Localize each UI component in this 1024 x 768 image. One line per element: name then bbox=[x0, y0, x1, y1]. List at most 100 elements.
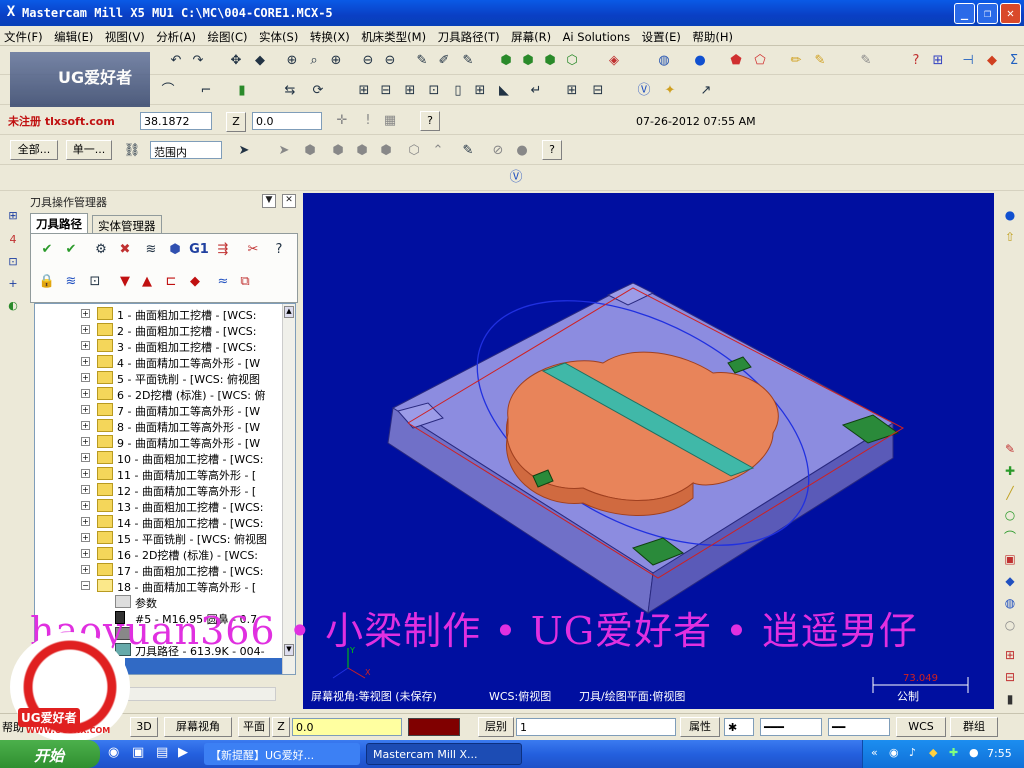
tray-arrow-icon[interactable]: « bbox=[871, 746, 878, 759]
status-level-field[interactable]: 1 bbox=[516, 718, 676, 736]
delete-op-icon[interactable]: ✂ bbox=[243, 240, 263, 260]
status-line-style[interactable]: ━━━ bbox=[760, 718, 822, 736]
move-up-icon[interactable]: ▲ bbox=[137, 272, 157, 292]
cursor-disabled-icon[interactable]: ➤ bbox=[274, 141, 294, 161]
tab-toolpaths[interactable]: 刀具路径 bbox=[30, 213, 88, 233]
regen-dirty-icon[interactable]: ✖ bbox=[115, 240, 135, 260]
group-icon-6[interactable]: ⊞ bbox=[470, 81, 490, 101]
status-color-swatch[interactable] bbox=[408, 718, 460, 736]
select-invalid-icon[interactable]: ✔ bbox=[61, 240, 81, 260]
group-icon-1[interactable]: ⊞ bbox=[354, 81, 374, 101]
move-both-icon[interactable]: ◆ bbox=[185, 272, 205, 292]
z-field[interactable]: 0.0 bbox=[252, 112, 322, 130]
right-arc-icon[interactable]: ⌒ bbox=[1002, 529, 1018, 545]
right-plus-icon[interactable]: ✚ bbox=[1002, 463, 1018, 479]
zoom-fit-icon[interactable]: ⌕ bbox=[304, 51, 324, 71]
wave-icon[interactable]: ≈ bbox=[213, 272, 233, 292]
verify-icon[interactable]: Ⓥ bbox=[634, 81, 654, 101]
cube-side-icon[interactable]: ⬢ bbox=[540, 51, 560, 71]
insert-after-icon[interactable]: ⊏ bbox=[161, 272, 181, 292]
solid-select-icon[interactable]: ⬢ bbox=[300, 141, 320, 161]
tray-volume-icon[interactable]: ♪ bbox=[909, 746, 916, 759]
op-help-icon[interactable]: ? bbox=[269, 240, 289, 260]
toggle-display-icon[interactable]: ≋ bbox=[61, 272, 81, 292]
right-mirror-icon[interactable]: ⊟ bbox=[1002, 669, 1018, 685]
desktop-quicklaunch-icon[interactable]: ▣ bbox=[132, 745, 144, 760]
tree-op-9[interactable]: +9 - 曲面精加工等高外形 - [W bbox=[35, 434, 285, 450]
autocursor-icon[interactable]: ✛ bbox=[332, 111, 352, 131]
sphere-icon[interactable]: ● bbox=[690, 51, 710, 71]
post-g1-icon[interactable]: G1 bbox=[187, 240, 211, 260]
edge-icon[interactable]: ⌃ bbox=[428, 141, 448, 161]
hex-icon-1[interactable]: ⬢ bbox=[328, 141, 348, 161]
status-z-button[interactable]: Z bbox=[272, 717, 290, 737]
zoom-prev-icon[interactable]: ⊖ bbox=[380, 51, 400, 71]
tray-security-icon[interactable]: ✚ bbox=[949, 746, 958, 759]
menu-settings[interactable]: 设置(E) bbox=[638, 26, 685, 45]
right-solid-icon[interactable]: ▮ bbox=[1002, 691, 1018, 707]
step-icon[interactable]: ↵ bbox=[526, 81, 546, 101]
status-line-width[interactable]: ━━ bbox=[828, 718, 890, 736]
group-icon-5[interactable]: ▯ bbox=[448, 81, 468, 101]
cylinder-icon[interactable]: ▮ bbox=[232, 81, 252, 101]
menu-screen[interactable]: 屏幕(R) bbox=[507, 26, 555, 45]
pencil-icon[interactable]: ✏ bbox=[786, 51, 806, 71]
tree-op-10[interactable]: +10 - 曲面粗加工挖槽 - [WCS: bbox=[35, 450, 285, 466]
status-attr-button[interactable]: 属性 bbox=[680, 717, 720, 737]
side-icon-4[interactable]: + bbox=[6, 277, 20, 291]
nested-icon[interactable]: ⧉ bbox=[235, 272, 255, 292]
select-single-button[interactable]: 单一... bbox=[66, 140, 112, 160]
media-quicklaunch-icon[interactable]: ▶ bbox=[178, 745, 188, 760]
maximize-button[interactable]: ❐ bbox=[977, 3, 998, 24]
right-disabled-icon[interactable]: ○ bbox=[1002, 617, 1018, 633]
menu-analyze[interactable]: 分析(A) bbox=[152, 26, 200, 45]
tray-shield-icon[interactable]: ◆ bbox=[929, 746, 937, 759]
polyline-icon[interactable]: ⌐ bbox=[196, 81, 216, 101]
status-point-style[interactable]: ✱ bbox=[724, 718, 754, 736]
group-icon-2[interactable]: ⊟ bbox=[376, 81, 396, 101]
range-select[interactable]: 范围内 bbox=[150, 141, 222, 159]
help-arrow-icon[interactable]: ? bbox=[906, 51, 926, 71]
group-icon-7[interactable]: ◣ bbox=[494, 81, 514, 101]
solid-view-icon[interactable]: ✎ bbox=[458, 51, 478, 71]
tree-op-15[interactable]: +15 - 平面铣削 - [WCS: 俯视图 bbox=[35, 530, 285, 546]
sum-icon[interactable]: Σ bbox=[1004, 51, 1024, 71]
verify-select-icon[interactable]: ✎ bbox=[458, 141, 478, 161]
hex-icon-3[interactable]: ⬢ bbox=[376, 141, 396, 161]
tree-op-16[interactable]: +16 - 2D挖槽 (标准) - [WCS: bbox=[35, 546, 285, 562]
right-open-icon[interactable]: ⇧ bbox=[1002, 229, 1018, 245]
tree-icon[interactable]: ⊞ bbox=[928, 51, 948, 71]
coordinate-field[interactable]: 38.1872 bbox=[140, 112, 212, 130]
shaded-icon[interactable]: ⬟ bbox=[726, 51, 746, 71]
highfeed-icon[interactable]: ⇶ bbox=[213, 240, 233, 260]
side-icon-5[interactable]: ◐ bbox=[6, 299, 20, 313]
taskbar-item-mastercam[interactable]: Mastercam Mill X... bbox=[366, 743, 522, 765]
menu-ai-solutions[interactable]: Ai Solutions bbox=[559, 27, 635, 44]
z-button[interactable]: Z bbox=[226, 112, 246, 132]
tree-op-4[interactable]: +4 - 曲面精加工等高外形 - [W bbox=[35, 354, 285, 370]
cube-top-icon[interactable]: ⬢ bbox=[496, 51, 516, 71]
tree-op-18[interactable]: −18 - 曲面精加工等高外形 - [ bbox=[35, 578, 285, 594]
status-level-button[interactable]: 层别 bbox=[478, 717, 514, 737]
status-z-field[interactable]: 0.0 bbox=[292, 718, 402, 736]
tree-op-1[interactable]: +1 - 曲面粗加工挖槽 - [WCS: bbox=[35, 306, 285, 322]
select-all-button[interactable]: 全部... bbox=[10, 140, 58, 160]
menu-machine-type[interactable]: 机床类型(M) bbox=[357, 26, 430, 45]
undo-icon[interactable]: ↶ bbox=[166, 51, 186, 71]
select-help-button[interactable]: ? bbox=[542, 140, 562, 160]
move-down-icon[interactable]: ▼ bbox=[115, 272, 135, 292]
lock-icon[interactable]: 🔒 bbox=[37, 272, 57, 292]
hex-icon-2[interactable]: ⬢ bbox=[352, 141, 372, 161]
start-button[interactable]: 开始 bbox=[0, 740, 100, 768]
menu-toolpaths[interactable]: 刀具路径(T) bbox=[434, 26, 504, 45]
right-sphere-icon[interactable]: ● bbox=[1002, 207, 1018, 223]
tree-op-8[interactable]: +8 - 曲面精加工等高外形 - [W bbox=[35, 418, 285, 434]
tool-disabled-icon[interactable]: ✎ bbox=[856, 51, 876, 71]
wireframe-icon[interactable]: ⬠ bbox=[750, 51, 770, 71]
tree-op-14[interactable]: +14 - 曲面粗加工挖槽 - [WCS: bbox=[35, 514, 285, 530]
globe-icon[interactable]: ◍ bbox=[654, 51, 674, 71]
tree-op-17[interactable]: +17 - 曲面粗加工挖槽 - [WCS: bbox=[35, 562, 285, 578]
side-icon-1[interactable]: ⊞ bbox=[6, 209, 20, 223]
help-button[interactable]: ? bbox=[420, 111, 440, 131]
right-circle-icon[interactable]: ○ bbox=[1002, 507, 1018, 523]
